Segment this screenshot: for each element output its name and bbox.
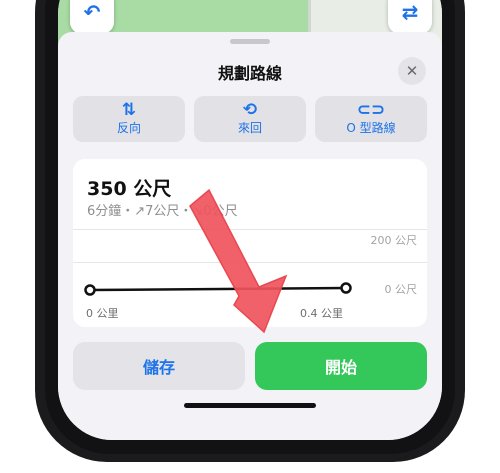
annotation-arrow — [189, 188, 288, 334]
